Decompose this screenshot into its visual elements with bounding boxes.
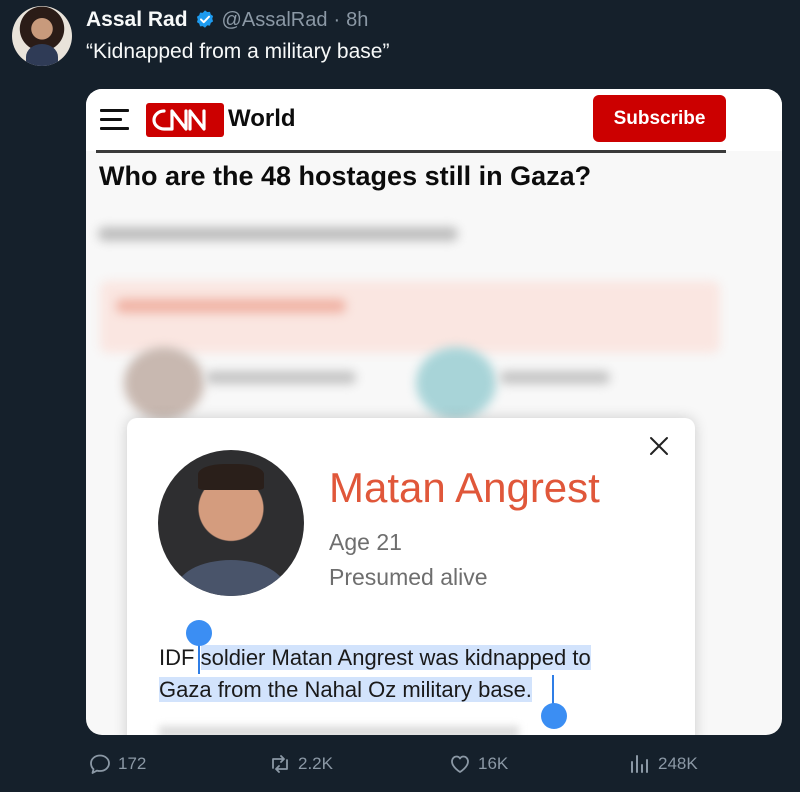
hamburger-menu-icon bbox=[100, 109, 129, 130]
header-divider bbox=[96, 150, 726, 153]
cnn-logo bbox=[146, 103, 224, 137]
tweet-actions: 172 2.2K 16K 248K bbox=[0, 752, 800, 788]
blurred-text bbox=[159, 726, 519, 735]
view-count: 248K bbox=[658, 754, 698, 773]
repost-button[interactable]: 2.2K bbox=[268, 752, 333, 776]
bio-selected-text: Gaza from the Nahal Oz military base. bbox=[159, 677, 532, 702]
attached-screenshot-image[interactable]: World Subscribe Who are the 48 hostages … bbox=[86, 89, 782, 735]
profile-status: Presumed alive bbox=[329, 564, 488, 590]
reply-count: 172 bbox=[118, 754, 147, 773]
tweet-text: “Kidnapped from a military base” bbox=[86, 40, 390, 63]
analytics-icon bbox=[631, 755, 648, 773]
like-count: 16K bbox=[478, 754, 509, 773]
tweet-header: Assal Rad @AssalRad · 8h bbox=[86, 6, 368, 34]
profile-name: Matan Angrest bbox=[329, 464, 600, 511]
blurred-avatar bbox=[124, 347, 204, 419]
blurred-banner-text bbox=[116, 299, 346, 313]
views-button[interactable]: 248K bbox=[628, 752, 698, 776]
verified-badge-icon bbox=[196, 10, 213, 28]
like-button[interactable]: 16K bbox=[448, 752, 508, 776]
tweet-timestamp[interactable]: 8h bbox=[346, 9, 368, 32]
author-handle[interactable]: @AssalRad bbox=[222, 9, 328, 32]
bio-selected-text: soldier Matan Angrest was kidnapped to bbox=[200, 645, 591, 670]
author-avatar[interactable] bbox=[12, 6, 72, 66]
reply-icon bbox=[90, 754, 110, 774]
reply-button[interactable]: 172 bbox=[88, 752, 146, 776]
selection-end-handle bbox=[541, 703, 567, 729]
article-headline: Who are the 48 hostages still in Gaza? bbox=[99, 161, 592, 191]
blurred-banner bbox=[100, 281, 720, 353]
repost-count: 2.2K bbox=[298, 754, 333, 773]
profile-age: Age 21 bbox=[329, 529, 402, 555]
hostage-profile-modal: Matan Angrest Age 21 Presumed alive IDF … bbox=[127, 418, 695, 735]
profile-photo bbox=[158, 450, 304, 596]
section-label: World bbox=[228, 105, 296, 132]
bio-line-1: IDF soldier Matan Angrest was kidnapped … bbox=[159, 642, 591, 674]
blurred-avatar bbox=[416, 347, 496, 419]
selection-start-handle bbox=[186, 620, 212, 646]
bio-line-2: Gaza from the Nahal Oz military base. bbox=[159, 674, 532, 706]
subscribe-button: Subscribe bbox=[593, 95, 726, 142]
repost-icon bbox=[272, 755, 288, 773]
author-name[interactable]: Assal Rad bbox=[86, 8, 188, 32]
close-icon bbox=[650, 437, 668, 455]
separator-dot: · bbox=[333, 8, 341, 31]
blurred-text bbox=[500, 371, 610, 384]
heart-icon bbox=[451, 755, 469, 773]
bio-prefix: IDF bbox=[159, 645, 195, 670]
blurred-text bbox=[206, 371, 356, 384]
blurred-text bbox=[98, 227, 458, 241]
